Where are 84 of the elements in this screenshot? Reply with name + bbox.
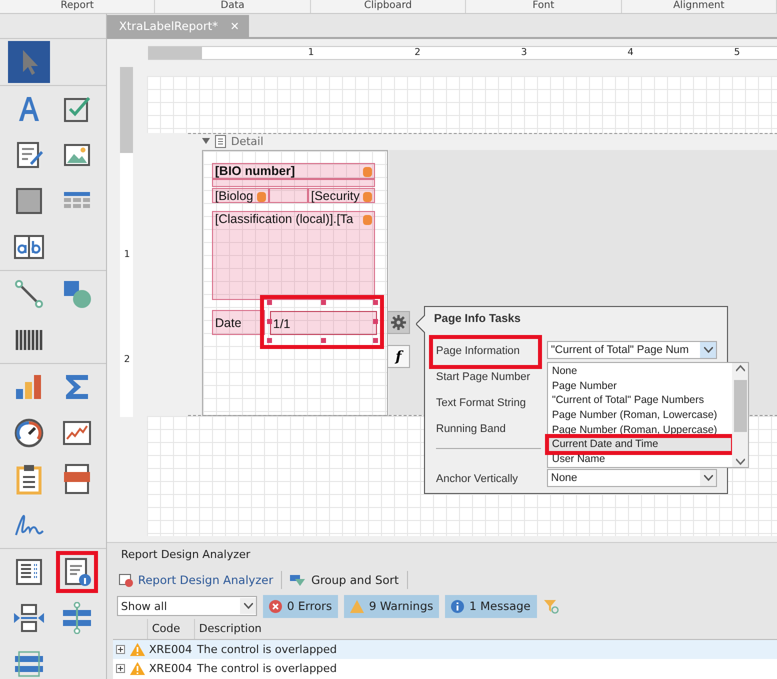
toolbox-item[interactable]	[56, 551, 98, 593]
report-field[interactable]: [Security	[308, 188, 375, 203]
chevron-down-icon	[704, 475, 712, 481]
column-header: Description	[194, 619, 777, 639]
dropdown-option[interactable]: Page Number (Roman, Lowercase)	[548, 408, 732, 423]
report-field[interactable]: [Classification (local)].[Ta	[212, 211, 375, 300]
warning-icon	[130, 662, 145, 675]
cross-band-line-icon	[61, 602, 93, 634]
table-cell-text: The control is overlapped	[196, 662, 337, 675]
dropdown-option[interactable]: User Name	[548, 452, 732, 467]
panel-icon	[13, 185, 45, 217]
resize-handle[interactable]	[321, 338, 326, 343]
warning-icon	[350, 600, 364, 612]
ribbon-group-label: Report	[0, 0, 156, 13]
table-cell-text: XRE004	[148, 662, 193, 675]
property-label: Page Information	[436, 345, 520, 357]
ribbon-group-label: Alignment	[622, 0, 777, 13]
expand-plus-icon[interactable]	[116, 645, 125, 654]
ruler-number: 1	[308, 47, 314, 59]
table-cell-text: XRE004	[148, 643, 193, 656]
collapse-triangle-icon[interactable]	[202, 137, 210, 145]
settings-icon	[391, 315, 406, 330]
expand-plus-icon[interactable]	[116, 664, 125, 673]
dropdown-option[interactable]: Current Date and Time	[548, 437, 732, 452]
filter-dropdown[interactable]: Show all	[117, 596, 257, 616]
page-break-icon	[13, 602, 45, 634]
property-label: Anchor Vertically	[436, 473, 518, 485]
toolbar-button[interactable]: Report Design Analyzer	[117, 571, 282, 589]
filter-icon[interactable]	[542, 598, 559, 614]
table-cell-text: The control is overlapped	[196, 643, 337, 656]
info-icon	[451, 600, 464, 612]
property-dropdown[interactable]: "Current of Total" Page Num	[547, 341, 717, 359]
column-header: Code	[147, 619, 194, 639]
band-document-icon	[215, 134, 226, 148]
smart-tag-button[interactable]	[387, 311, 410, 334]
property-label: Start Page Number	[436, 371, 530, 383]
scrollbar[interactable]	[732, 363, 748, 467]
report-field[interactable]: 1/1	[270, 311, 377, 335]
panel-title: Report Design Analyzer	[120, 547, 252, 563]
filter-toggle[interactable]: 0 Errors	[263, 594, 338, 618]
gauge-icon	[13, 417, 45, 449]
resize-handle[interactable]	[321, 300, 326, 305]
property-label: Running Band	[436, 423, 506, 435]
resize-handle[interactable]	[373, 300, 378, 305]
dropdown-option[interactable]: None	[548, 364, 732, 379]
warning-icon	[130, 643, 145, 656]
ruler-number: 5	[734, 47, 740, 59]
filter-toggle[interactable]: 1 Message	[445, 594, 537, 618]
chevron-down-icon	[244, 603, 252, 609]
dropdown-option[interactable]: "Current of Total" Page Numbers	[548, 393, 732, 408]
ribbon-group-label: Data	[155, 0, 311, 13]
resize-handle[interactable]	[267, 319, 272, 324]
report-error-icon	[119, 573, 133, 587]
dropdown-option[interactable]: Page Number (Roman, Uppercase)	[548, 422, 732, 438]
ribbon-group-label: Font	[466, 0, 622, 13]
ruler-number: 2	[124, 354, 130, 366]
expression-button[interactable]: f	[387, 345, 410, 368]
resize-handle[interactable]	[267, 338, 272, 343]
toolbar-button[interactable]: Group and Sort	[288, 571, 408, 589]
line-icon	[13, 278, 45, 310]
list-document-icon	[13, 556, 45, 588]
report-field[interactable]: Date	[212, 310, 265, 335]
empty-field[interactable]	[212, 179, 375, 187]
property-label: Text Format String	[436, 397, 526, 409]
ruler-number: 1	[124, 249, 130, 261]
chevron-down-icon	[704, 347, 712, 353]
error-icon	[269, 600, 282, 612]
ruler-number: 3	[521, 47, 528, 59]
report-field[interactable]: [Biolog	[212, 188, 269, 203]
table-row[interactable]: XRE004 The control is overlapped	[113, 640, 777, 659]
dropdown-option[interactable]: Page Number	[548, 378, 732, 394]
shapes-icon	[61, 278, 93, 310]
popup-title: Page Info Tasks	[434, 313, 521, 325]
ribbon-group-label: Clipboard	[310, 0, 466, 13]
report-field[interactable]: [BIO number]	[212, 163, 375, 179]
ruler-number: 2	[414, 47, 421, 59]
band-title: Detail	[231, 134, 264, 148]
resize-handle[interactable]	[373, 319, 378, 324]
property-dropdown[interactable]: None	[547, 469, 717, 487]
ruler-number: 4	[628, 47, 634, 59]
filter-toggle[interactable]: 9 Warnings	[344, 594, 440, 618]
group-sort-icon	[290, 573, 306, 587]
resize-handle[interactable]	[267, 300, 272, 305]
resize-handle[interactable]	[373, 338, 378, 343]
